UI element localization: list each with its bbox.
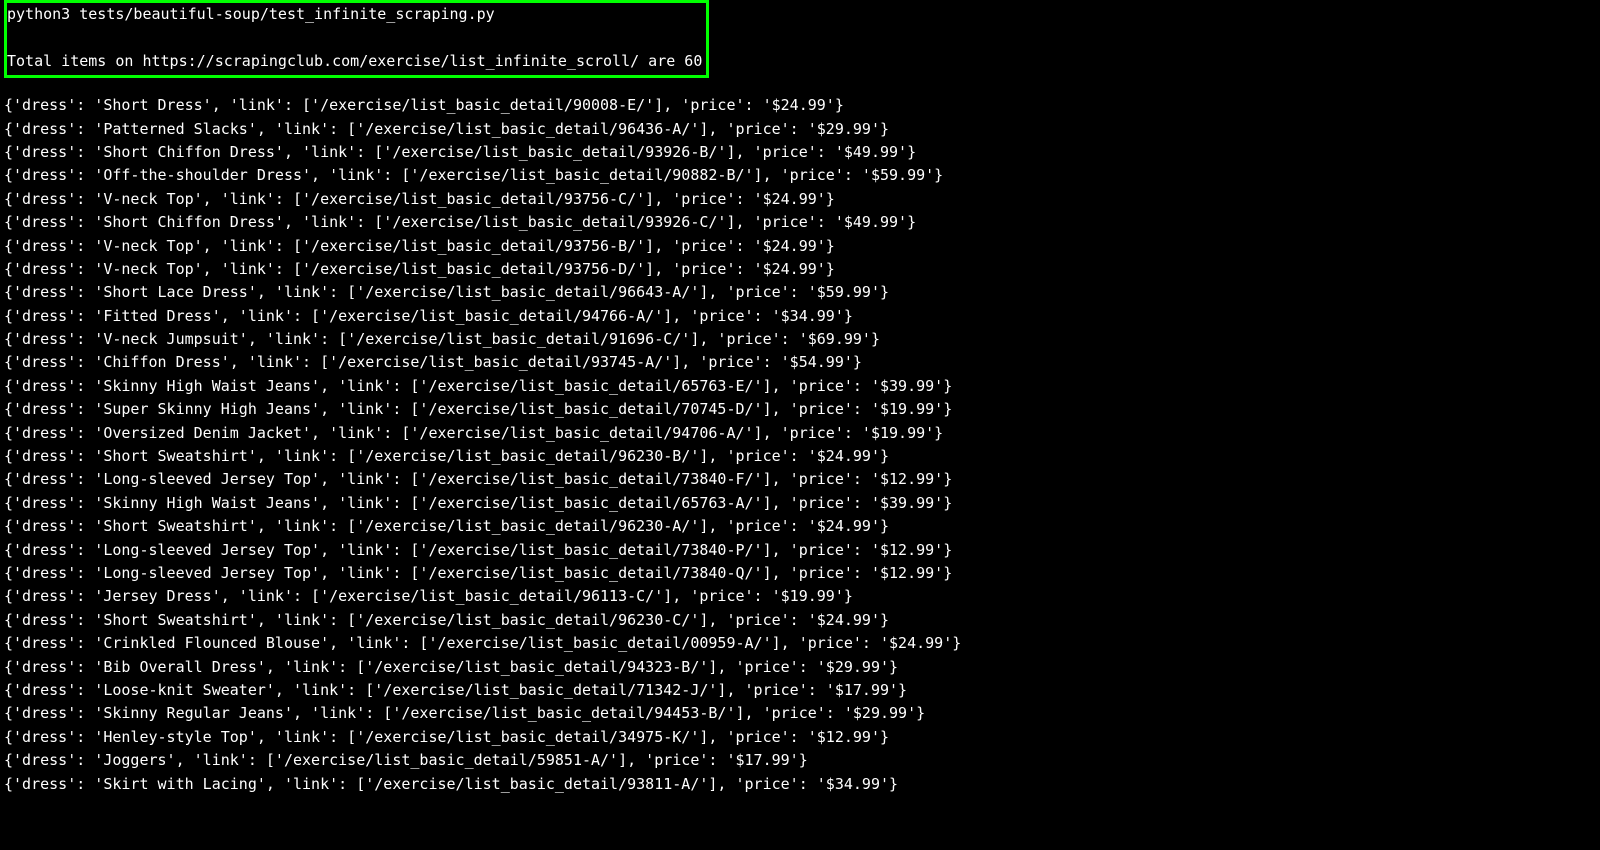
output-line: {'dress': 'Short Sweatshirt', 'link': ['… [4, 515, 1596, 538]
summary-line: Total items on https://scrapingclub.com/… [7, 50, 702, 73]
output-line: {'dress': 'Crinkled Flounced Blouse', 'l… [4, 632, 1596, 655]
output-line: {'dress': 'V-neck Top', 'link': ['/exerc… [4, 235, 1596, 258]
output-line: {'dress': 'Skirt with Lacing', 'link': [… [4, 773, 1596, 796]
output-line: {'dress': 'Oversized Denim Jacket', 'lin… [4, 422, 1596, 445]
output-line: {'dress': 'Skinny High Waist Jeans', 'li… [4, 375, 1596, 398]
command-line: python3 tests/beautiful-soup/test_infini… [7, 3, 702, 26]
output-line: {'dress': 'Short Lace Dress', 'link': ['… [4, 281, 1596, 304]
output-line: {'dress': 'Off-the-shoulder Dress', 'lin… [4, 164, 1596, 187]
blank-line [7, 26, 702, 49]
output-line: {'dress': 'Joggers', 'link': ['/exercise… [4, 749, 1596, 772]
output-line: {'dress': 'Chiffon Dress', 'link': ['/ex… [4, 351, 1596, 374]
output-list: {'dress': 'Short Dress', 'link': ['/exer… [4, 94, 1596, 796]
output-line: {'dress': 'Long-sleeved Jersey Top', 'li… [4, 539, 1596, 562]
output-line: {'dress': 'Bib Overall Dress', 'link': [… [4, 656, 1596, 679]
output-line: {'dress': 'Super Skinny High Jeans', 'li… [4, 398, 1596, 421]
output-line: {'dress': 'Short Dress', 'link': ['/exer… [4, 94, 1596, 117]
output-line: {'dress': 'Long-sleeved Jersey Top', 'li… [4, 562, 1596, 585]
output-line: {'dress': 'Short Chiffon Dress', 'link':… [4, 211, 1596, 234]
terminal-output[interactable]: python3 tests/beautiful-soup/test_infini… [0, 0, 1600, 796]
output-line: {'dress': 'Patterned Slacks', 'link': ['… [4, 118, 1596, 141]
output-line: {'dress': 'V-neck Top', 'link': ['/exerc… [4, 258, 1596, 281]
highlighted-region: python3 tests/beautiful-soup/test_infini… [4, 0, 709, 78]
output-line: {'dress': 'Long-sleeved Jersey Top', 'li… [4, 468, 1596, 491]
output-line: {'dress': 'Short Sweatshirt', 'link': ['… [4, 609, 1596, 632]
output-line: {'dress': 'V-neck Jumpsuit', 'link': ['/… [4, 328, 1596, 351]
output-line: {'dress': 'Jersey Dress', 'link': ['/exe… [4, 585, 1596, 608]
output-line: {'dress': 'Skinny Regular Jeans', 'link'… [4, 702, 1596, 725]
output-line: {'dress': 'Short Sweatshirt', 'link': ['… [4, 445, 1596, 468]
output-line: {'dress': 'Loose-knit Sweater', 'link': … [4, 679, 1596, 702]
output-line: {'dress': 'Henley-style Top', 'link': ['… [4, 726, 1596, 749]
output-line: {'dress': 'Fitted Dress', 'link': ['/exe… [4, 305, 1596, 328]
output-line: {'dress': 'V-neck Top', 'link': ['/exerc… [4, 188, 1596, 211]
output-line: {'dress': 'Short Chiffon Dress', 'link':… [4, 141, 1596, 164]
output-line: {'dress': 'Skinny High Waist Jeans', 'li… [4, 492, 1596, 515]
